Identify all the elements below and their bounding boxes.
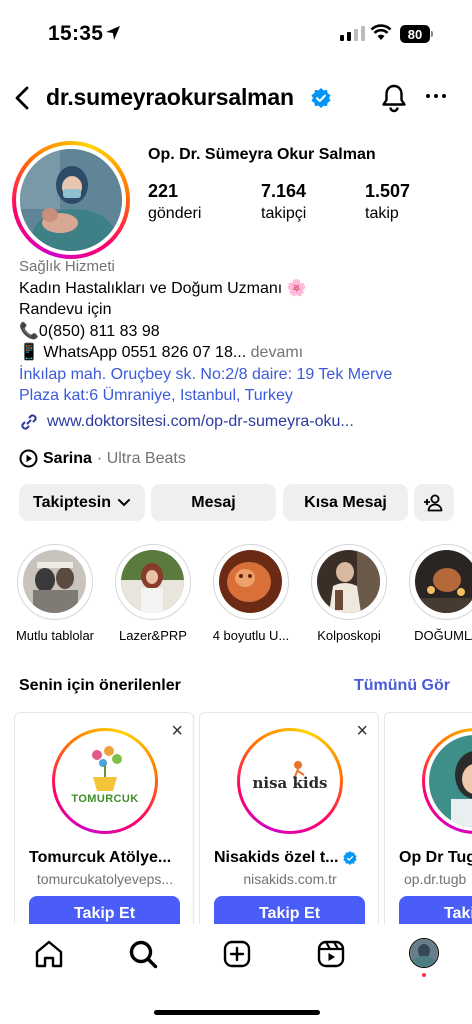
suggestion-logo-text: nisa kids: [252, 774, 328, 792]
stat-posts[interactable]: 221 gönderi: [148, 181, 201, 223]
highlight-item[interactable]: Lazer&PRP: [113, 544, 193, 643]
suggestion-name[interactable]: Op Dr Tug: [399, 849, 472, 867]
suggestion-handle: nisakids.com.tr: [243, 871, 337, 887]
stat-followers-label: takipçi: [261, 205, 307, 222]
bio-line-with-more: 📱 WhatsApp 0551 826 07 18... devamı: [19, 342, 459, 364]
highlight-label: Mutlu tablolar: [15, 628, 95, 643]
stat-posts-label: gönderi: [148, 205, 202, 222]
highlight-cover: [219, 550, 282, 613]
highlight-cover: [23, 550, 86, 613]
location-arrow-icon: [106, 26, 120, 40]
home-indicator: [154, 1010, 320, 1015]
suggestion-handle: tomurcukatolyeveps...: [36, 871, 174, 887]
stat-followers[interactable]: 7.164 takipçi: [261, 181, 306, 223]
highlight-item[interactable]: Kolposkopi: [309, 544, 389, 643]
highlight-label: 4 boyutlu U...: [212, 628, 290, 643]
create-post-icon[interactable]: [222, 939, 252, 969]
suggestion-logo-text: TOMURCUK: [71, 793, 139, 805]
stat-following[interactable]: 1.507 takip: [365, 181, 410, 223]
suggestions-title: Senin için önerilenler: [19, 677, 181, 694]
suggest-people-button[interactable]: [414, 484, 454, 521]
highlight-cover: [317, 550, 380, 613]
website-link-text: www.doktorsitesi.com/op-dr-sumeyra-oku..…: [47, 413, 354, 430]
following-button[interactable]: Takiptesin: [19, 484, 145, 521]
profile-username: dr.sumeyraokursalman: [46, 84, 294, 110]
address-line: İnkılap mah. Oruçbey sk. No:2/8 daire: 1…: [19, 365, 393, 383]
highlight-label: Lazer&PRP: [119, 628, 187, 643]
suggestion-name[interactable]: Tomurcuk Atölye...: [29, 849, 171, 867]
profile-music[interactable]: Sarina · Ultra Beats: [19, 449, 186, 468]
cellular-signal-icon: [340, 26, 365, 41]
suggestion-card[interactable]: Op Dr Tug op.dr.tugb Takip Et: [384, 712, 472, 934]
notification-dot: [422, 973, 426, 977]
reels-icon[interactable]: [316, 939, 346, 969]
music-artist: · Ultra Beats: [96, 449, 186, 467]
suggestion-handle: op.dr.tugb: [404, 871, 467, 887]
battery-indicator: 80: [400, 25, 430, 43]
profile-avatar[interactable]: [12, 141, 130, 259]
profile-display-name: Op. Dr. Sümeyra Okur Salman: [148, 146, 376, 163]
status-time: 15:35: [48, 22, 104, 45]
search-icon[interactable]: [128, 939, 158, 969]
link-icon: [21, 414, 37, 430]
following-button-label: Takiptesin: [33, 493, 111, 511]
highlight-cover: [121, 550, 184, 613]
verified-badge-icon: [343, 851, 358, 865]
short-message-button[interactable]: Kısa Mesaj: [283, 484, 408, 521]
suggestion-avatar: [429, 735, 472, 827]
message-button[interactable]: Mesaj: [151, 484, 276, 521]
notification-bell-icon[interactable]: [380, 83, 408, 113]
wifi-icon: [370, 24, 392, 40]
bio-line: 📱 WhatsApp 0551 826 07 18...: [19, 344, 247, 361]
more-options-icon[interactable]: [426, 94, 446, 98]
bio-line: 📞0(850) 811 83 98: [19, 322, 160, 340]
status-bar: 15:35 80: [0, 0, 472, 70]
address-link[interactable]: İnkılap mah. Oruçbey sk. No:2/8 daire: 1…: [19, 364, 459, 407]
highlight-item[interactable]: Mutlu tablolar: [15, 544, 95, 643]
bottom-tab-bar: [0, 924, 472, 1024]
stat-followers-count: 7.164: [261, 181, 307, 201]
suggestion-name: Nisakids özel t...: [214, 849, 339, 866]
profile-photo: [20, 149, 122, 251]
suggestion-name-row[interactable]: Nisakids özel t...: [214, 849, 358, 867]
message-button-label: Mesaj: [191, 493, 236, 511]
website-link[interactable]: www.doktorsitesi.com/op-dr-sumeyra-oku..…: [19, 412, 354, 432]
play-icon: [19, 449, 38, 468]
highlight-item[interactable]: DOĞUMLA: [407, 544, 472, 643]
stat-following-label: takip: [365, 205, 399, 222]
verified-badge-icon: [311, 88, 331, 108]
suggestion-card[interactable]: × nisa kids Nisakids özel t... nisakids.…: [199, 712, 379, 934]
bio-more-link[interactable]: devamı: [251, 344, 303, 361]
highlight-label: DOĞUMLA: [414, 628, 472, 643]
bio-line: Randevu için: [19, 301, 112, 318]
profile-bio: Sağlık Hizmeti Kadın Hastalıkları ve Doğ…: [19, 256, 459, 407]
back-icon[interactable]: [10, 84, 36, 112]
suggestion-card[interactable]: × TOMURCUK Tomurcuk Atölye... tomurcukat…: [14, 712, 194, 934]
dismiss-icon[interactable]: ×: [356, 721, 368, 741]
music-title: Sarina: [43, 449, 92, 467]
suggestion-avatar: [59, 735, 151, 827]
profile-tab-avatar[interactable]: [409, 938, 439, 968]
chevron-down-icon: [117, 498, 130, 506]
highlight-item[interactable]: 4 boyutlu U...: [211, 544, 291, 643]
stat-following-count: 1.507: [365, 181, 411, 201]
bio-line: Kadın Hastalıkları ve Doğum Uzmanı 🌸: [19, 279, 307, 297]
dismiss-icon[interactable]: ×: [171, 721, 183, 741]
highlight-label: Kolposkopi: [317, 628, 381, 643]
battery-tip: [431, 31, 433, 37]
home-icon[interactable]: [34, 939, 64, 969]
short-message-button-label: Kısa Mesaj: [304, 493, 387, 511]
address-line: Plaza kat:6 Ümraniye, Istanbul, Turkey: [19, 387, 293, 404]
stat-posts-count: 221: [148, 181, 179, 201]
highlight-cover: [415, 550, 472, 613]
profile-header: dr.sumeyraokursalman: [0, 80, 472, 116]
see-all-link[interactable]: Tümünü Gör: [354, 677, 450, 695]
add-person-icon: [424, 494, 443, 511]
profile-category: Sağlık Hizmeti: [19, 258, 115, 275]
